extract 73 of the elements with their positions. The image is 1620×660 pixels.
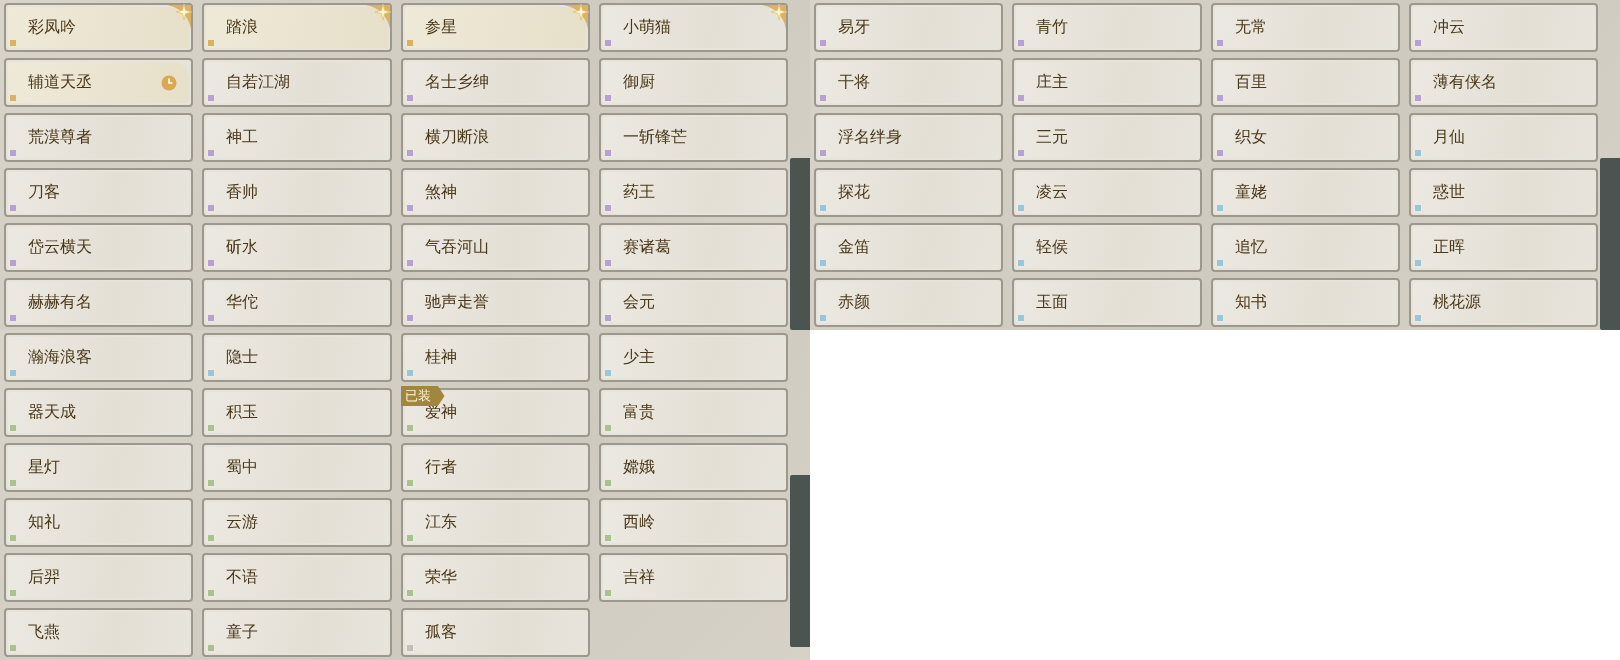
title-card[interactable]: 干将 — [814, 58, 1004, 107]
title-card[interactable]: 后羿 — [4, 553, 194, 602]
scrollbar[interactable] — [1600, 158, 1620, 330]
title-card[interactable]: 香帅 — [202, 168, 392, 217]
title-card[interactable]: 参星 — [400, 3, 590, 52]
title-card[interactable]: 隐士 — [202, 333, 392, 382]
title-card[interactable]: 易牙 — [814, 3, 1004, 52]
title-card[interactable]: 辅道天丞 — [4, 58, 194, 107]
title-card[interactable]: 织女 — [1210, 113, 1400, 162]
title-card[interactable]: 名士乡绅 — [400, 58, 590, 107]
title-card[interactable]: 行者 — [400, 443, 590, 492]
title-card[interactable]: 星灯 — [4, 443, 194, 492]
title-card[interactable]: 追忆 — [1210, 223, 1400, 272]
title-card[interactable]: 正晖 — [1408, 223, 1598, 272]
title-card[interactable]: 瀚海浪客 — [4, 333, 194, 382]
title-card[interactable]: 薄有侠名 — [1408, 58, 1598, 107]
title-card[interactable]: 无常 — [1210, 3, 1400, 52]
title-card[interactable]: 荣华 — [400, 553, 590, 602]
title-card[interactable]: 煞神 — [400, 168, 590, 217]
title-card[interactable]: 富贵 — [598, 388, 788, 437]
title-card[interactable]: 云游 — [202, 498, 392, 547]
title-card[interactable]: 踏浪 — [202, 3, 392, 52]
title-card[interactable]: 吉祥 — [598, 553, 788, 602]
title-card[interactable]: 刀客 — [4, 168, 194, 217]
title-card[interactable]: 桂神 — [400, 333, 590, 382]
title-card[interactable]: 桃花源 — [1408, 278, 1598, 327]
title-card[interactable]: 轻侯 — [1012, 223, 1202, 272]
title-card[interactable]: 凌云 — [1012, 168, 1202, 217]
title-card[interactable]: 驰声走誉 — [400, 278, 590, 327]
title-card[interactable]: 小萌猫 — [598, 3, 788, 52]
title-card[interactable]: 岱云横天 — [4, 223, 194, 272]
title-card[interactable]: 积玉 — [202, 388, 392, 437]
title-card[interactable]: 知礼 — [4, 498, 194, 547]
title-card[interactable]: 青竹 — [1012, 3, 1202, 52]
title-card[interactable]: 飞燕 — [4, 608, 194, 657]
title-card[interactable]: 器天成 — [4, 388, 194, 437]
title-card[interactable]: 蜀中 — [202, 443, 392, 492]
title-card[interactable]: 玉面 — [1012, 278, 1202, 327]
title-card[interactable]: 赛诸葛 — [598, 223, 788, 272]
title-card[interactable]: 百里 — [1210, 58, 1400, 107]
title-card[interactable]: 嫦娥 — [598, 443, 788, 492]
title-card[interactable]: 冲云 — [1408, 3, 1598, 52]
title-card[interactable]: 三元 — [1012, 113, 1202, 162]
title-card[interactable]: 童子 — [202, 608, 392, 657]
title-card[interactable]: 孤客 — [400, 608, 590, 657]
title-card[interactable]: 江东 — [400, 498, 590, 547]
title-card[interactable]: 不语 — [202, 553, 392, 602]
title-card[interactable]: 彩凤吟 — [4, 3, 194, 52]
title-card[interactable]: 荒漠尊者 — [4, 113, 194, 162]
title-card[interactable]: 药王 — [598, 168, 788, 217]
title-card[interactable]: 华佗 — [202, 278, 392, 327]
title-card[interactable]: 知书 — [1210, 278, 1400, 327]
title-card[interactable]: 神工 — [202, 113, 392, 162]
title-card[interactable]: 一斩锋芒 — [598, 113, 788, 162]
title-card[interactable]: 少主 — [598, 333, 788, 382]
title-card[interactable]: 童姥 — [1210, 168, 1400, 217]
title-card[interactable]: 会元 — [598, 278, 788, 327]
title-card[interactable]: 气吞河山 — [400, 223, 590, 272]
title-card[interactable]: 探花 — [814, 168, 1004, 217]
title-card[interactable]: 自若江湖 — [202, 58, 392, 107]
title-card[interactable]: 赫赫有名 — [4, 278, 194, 327]
title-card[interactable]: 御厨 — [598, 58, 788, 107]
title-card[interactable]: 浮名绊身 — [814, 113, 1004, 162]
title-card[interactable]: 赤颜 — [814, 278, 1004, 327]
scrollbar[interactable] — [790, 475, 810, 647]
title-card[interactable]: 横刀断浪 — [400, 113, 590, 162]
title-card[interactable]: 斫水 — [202, 223, 392, 272]
title-card[interactable]: 庄主 — [1012, 58, 1202, 107]
title-card[interactable]: 西岭 — [598, 498, 788, 547]
title-card[interactable]: 月仙 — [1408, 113, 1598, 162]
title-card[interactable]: 惑世 — [1408, 168, 1598, 217]
title-card[interactable]: 金笛 — [814, 223, 1004, 272]
scrollbar[interactable] — [790, 158, 810, 330]
